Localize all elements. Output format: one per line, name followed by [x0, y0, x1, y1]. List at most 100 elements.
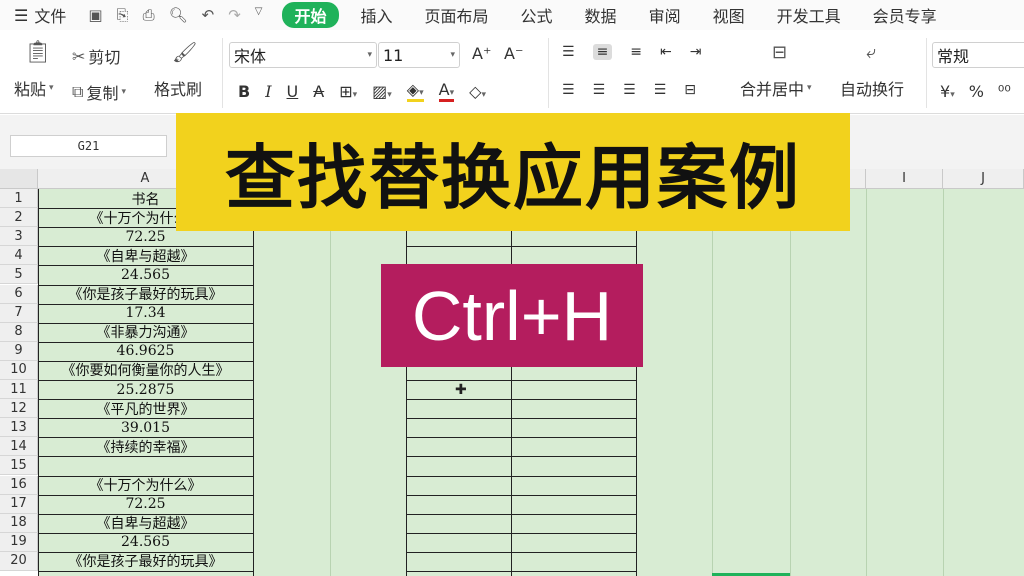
customize-chevron-icon[interactable]: ▽ [255, 6, 263, 24]
eraser-icon[interactable]: ◇▾ [469, 82, 486, 101]
currency-button[interactable]: ¥▾ [940, 82, 955, 101]
cell-a[interactable]: 24.565 [38, 533, 253, 552]
merge-center-button[interactable]: 合并居中 ▾ [740, 76, 812, 100]
tab-member[interactable]: 会员专享 [857, 3, 953, 27]
fill-color-icon[interactable]: ◈▾ [406, 80, 424, 102]
cell-a[interactable]: 《自卑与超越》 [38, 514, 253, 533]
align-left-icon[interactable]: ☰ [562, 82, 575, 98]
row-header[interactable]: 9 [0, 341, 38, 361]
tab-developer[interactable]: 开发工具 [761, 3, 857, 27]
export-icon[interactable]: ⎘ [117, 6, 129, 24]
decrease-font-button[interactable]: A⁻ [504, 44, 523, 63]
align-right-icon[interactable]: ☰ [623, 82, 636, 98]
row-header[interactable]: 4 [0, 246, 38, 266]
name-box[interactable]: G21 [10, 135, 167, 157]
row-header[interactable]: 11 [0, 380, 38, 400]
redo-icon[interactable]: ↷ [228, 6, 241, 24]
cell-a[interactable]: 《十万个为什么》 [38, 476, 253, 495]
cell-a[interactable]: 《平凡的世界》 [38, 399, 253, 418]
merge-cells-icon[interactable]: ⊟ [772, 42, 787, 63]
distributed-icon[interactable]: ⊟ [684, 82, 696, 98]
file-menu[interactable]: ☰ 文件 [0, 3, 66, 27]
tab-data[interactable]: 数据 [569, 3, 633, 27]
tab-formulas[interactable]: 公式 [505, 3, 569, 27]
cell-a[interactable]: 17.34 [38, 304, 253, 323]
row-header[interactable]: 8 [0, 322, 38, 342]
align-center-icon[interactable]: ☰ [593, 82, 606, 98]
cell-a[interactable]: 72.25 [38, 495, 253, 514]
row-header[interactable]: 18 [0, 513, 38, 533]
copy-label: 复制 [86, 84, 119, 103]
cell-a[interactable]: 《你是孩子最好的玩具》 [38, 552, 253, 571]
cell-border [38, 303, 253, 305]
print-preview-icon[interactable]: 🔍︎ [169, 6, 188, 24]
row-header[interactable]: 19 [0, 532, 38, 552]
justify-icon[interactable]: ☰ [654, 82, 667, 98]
increase-font-button[interactable]: A⁺ [472, 44, 491, 63]
wrap-text-button[interactable]: 自动换行 [840, 76, 904, 100]
cell-a[interactable]: 《你是孩子最好的玩具》 [38, 285, 253, 304]
cell-a[interactable]: 《自卑与超越》 [38, 246, 253, 265]
cell-a[interactable]: 25.2875 [38, 380, 253, 399]
tab-insert[interactable]: 插入 [345, 3, 409, 27]
font-format-row: B I U A ⊞▾ ▨▾ ◈▾ A▾ ◇▾ [238, 80, 486, 102]
save-icon[interactable]: ▣ [88, 6, 102, 24]
cell-a[interactable]: 《你要如何衡量你的人生》 [38, 361, 253, 380]
select-all-corner[interactable] [0, 169, 38, 189]
fill-pattern-icon[interactable]: ▨▾ [372, 82, 392, 101]
row-header[interactable]: 6 [0, 284, 38, 304]
row-header[interactable]: 2 [0, 208, 38, 228]
row-header[interactable]: 10 [0, 360, 38, 380]
font-name-select[interactable]: 宋体 ▾ [229, 42, 377, 68]
print-icon[interactable]: ⎙ [143, 6, 155, 24]
undo-icon[interactable]: ↶ [202, 6, 215, 24]
cell-a[interactable]: 24.565 [38, 265, 253, 284]
cell-a[interactable]: 《持续的幸福》 [38, 437, 253, 456]
percent-button[interactable]: % [969, 82, 984, 101]
row-header[interactable]: 5 [0, 265, 38, 285]
number-format-select[interactable]: 常规 [932, 42, 1024, 68]
wrap-text-icon[interactable]: ⤶ [866, 42, 876, 63]
tab-home[interactable]: 开始 [282, 2, 339, 28]
font-color-icon[interactable]: A▾ [438, 80, 455, 102]
row-header[interactable]: 7 [0, 303, 38, 323]
italic-button[interactable]: I [265, 82, 271, 101]
chevron-down-icon: ▾ [367, 50, 372, 60]
font-size-select[interactable]: 11 ▾ [378, 42, 460, 68]
row-header[interactable]: 17 [0, 494, 38, 514]
row-header[interactable]: 20 [0, 551, 38, 571]
align-middle-icon[interactable]: ≡ [592, 44, 613, 60]
underline-button[interactable]: U [287, 82, 299, 101]
thousands-icon[interactable]: ⁰⁰ [998, 82, 1011, 101]
row-header[interactable]: 16 [0, 475, 38, 495]
brush-icon[interactable]: 🖌︎ [172, 40, 197, 64]
cell-a[interactable]: 39.015 [38, 418, 253, 437]
row-header[interactable]: 1 [0, 189, 38, 209]
clipboard-icon[interactable]: 📋︎ [24, 40, 52, 65]
increase-indent-icon[interactable]: ⇥ [690, 44, 702, 60]
cell-a[interactable]: 46.9625 [38, 342, 253, 361]
paste-button[interactable]: 粘贴 ▾ [14, 76, 54, 100]
decrease-indent-icon[interactable]: ⇤ [660, 44, 672, 60]
bold-button[interactable]: B [238, 82, 250, 101]
row-header[interactable]: 3 [0, 227, 38, 247]
tab-page-layout[interactable]: 页面布局 [409, 3, 505, 27]
row-header[interactable]: 14 [0, 437, 38, 457]
ribbon-tabs: 开始 插入 页面布局 公式 数据 审阅 视图 开发工具 会员专享 [282, 2, 952, 28]
column-header-i[interactable]: I [866, 169, 943, 189]
align-top-icon[interactable]: ☰ [562, 44, 575, 60]
cut-button[interactable]: ✂ 剪切 [72, 44, 120, 68]
cell-a[interactable] [38, 456, 253, 475]
format-painter-button[interactable]: 格式刷 [154, 76, 202, 100]
row-header[interactable]: 13 [0, 418, 38, 438]
borders-icon[interactable]: ⊞▾ [339, 82, 357, 101]
align-bottom-icon[interactable]: ≡ [630, 44, 642, 60]
column-header-j[interactable]: J [943, 169, 1024, 189]
strikethrough-button[interactable]: A [313, 82, 324, 101]
row-header[interactable]: 15 [0, 456, 38, 476]
tab-view[interactable]: 视图 [697, 3, 761, 27]
cell-a[interactable]: 《非暴力沟通》 [38, 323, 253, 342]
copy-button[interactable]: ⧉ 复制 ▾ [72, 80, 126, 104]
tab-review[interactable]: 审阅 [633, 3, 697, 27]
row-header[interactable]: 12 [0, 399, 38, 419]
